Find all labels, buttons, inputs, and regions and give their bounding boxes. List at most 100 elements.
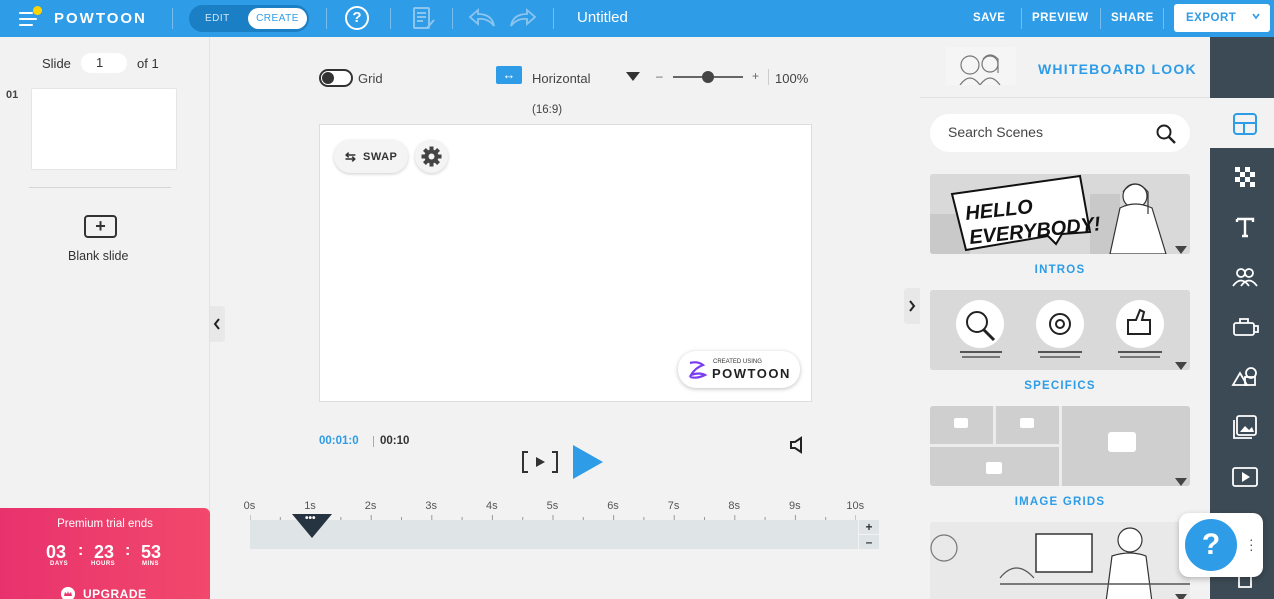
timeline-zoom-out-button[interactable]: –: [859, 535, 879, 549]
video-icon[interactable]: [1231, 463, 1259, 491]
slide-number-input[interactable]: 1: [81, 53, 127, 73]
divider: [1100, 8, 1101, 29]
search-input[interactable]: [948, 124, 1148, 140]
powtoon-logo-icon: [688, 361, 708, 379]
timeline-tick-label: 8s: [728, 500, 741, 512]
orientation-label[interactable]: Horizontal: [532, 71, 591, 86]
notes-icon[interactable]: [411, 6, 437, 32]
divider: [326, 8, 327, 29]
zoom-in-button[interactable]: +: [752, 69, 759, 83]
project-title[interactable]: Untitled: [577, 9, 628, 26]
shapes-icon[interactable]: [1231, 363, 1259, 391]
blank-slide-label[interactable]: Blank slide: [68, 249, 128, 263]
play-scene-icon[interactable]: [521, 450, 559, 474]
scenes-icon[interactable]: [1231, 111, 1259, 139]
zoom-slider-handle[interactable]: [702, 71, 714, 83]
upgrade-button[interactable]: UPGRADE: [83, 587, 147, 599]
divider: [1163, 8, 1164, 29]
divider: [768, 69, 769, 85]
scene-card-office[interactable]: [930, 522, 1190, 599]
chevron-left-icon: [213, 318, 220, 330]
search-scenes[interactable]: [930, 114, 1190, 152]
backgrounds-icon[interactable]: [1231, 163, 1259, 191]
divider: [373, 436, 374, 447]
grid-toggle[interactable]: [319, 69, 353, 87]
chevron-down-icon[interactable]: [1175, 478, 1187, 486]
collapse-right-button[interactable]: [904, 288, 920, 324]
image-grids-thumbnail: [930, 406, 1190, 486]
scene-card-intros[interactable]: HELLO EVERYBODY!: [930, 174, 1190, 254]
aspect-ratio: (16:9): [532, 104, 563, 116]
search-icon[interactable]: [1155, 123, 1177, 145]
powtoon-watermark: CREATED USING POWTOON: [678, 351, 800, 388]
top-bar: POWTOON EDIT CREATE ? Untitled SAVE PREV…: [0, 0, 1274, 37]
play-button[interactable]: [573, 445, 603, 479]
timeline-zoom-in-button[interactable]: +: [859, 520, 879, 534]
orientation-dropdown-icon[interactable]: [626, 72, 640, 81]
chevron-down-icon[interactable]: [1175, 594, 1187, 599]
timeline-track[interactable]: [250, 520, 858, 549]
help-widget[interactable]: ? · · ·: [1179, 513, 1263, 577]
colon: :: [125, 542, 131, 559]
preview-button[interactable]: PREVIEW: [1032, 12, 1089, 24]
text-icon[interactable]: [1231, 213, 1259, 241]
collapse-left-button[interactable]: [210, 306, 225, 342]
zoom-out-button[interactable]: –: [656, 69, 663, 83]
slide-canvas[interactable]: ⇆ SWAP CREATED USING POWTOON: [319, 124, 812, 402]
timeline-tick-label: 1s: [304, 500, 316, 512]
chevron-down-icon[interactable]: [1175, 362, 1187, 370]
library-panel: WHITEBOARD LOOK HELLO EVERYBODY! INTROS: [920, 37, 1210, 599]
logo: POWTOON: [54, 10, 147, 27]
days-label: DAYS: [50, 561, 69, 567]
scene-label-image-grids[interactable]: IMAGE GRIDS: [930, 496, 1190, 508]
zoom-value: 100%: [775, 71, 809, 86]
more-options-icon[interactable]: · · ·: [1249, 532, 1254, 556]
colon: :: [78, 542, 84, 559]
style-selector[interactable]: WHITEBOARD LOOK: [920, 37, 1210, 98]
timeline-tick-label: 4s: [486, 500, 498, 512]
intros-thumbnail: HELLO EVERYBODY!: [930, 174, 1190, 254]
chevron-right-icon: [909, 300, 916, 312]
undo-icon[interactable]: [468, 7, 496, 29]
timeline-tick-label: 2s: [364, 500, 377, 512]
characters-icon[interactable]: [1231, 263, 1259, 291]
total-time: 00:10: [380, 435, 410, 447]
specifics-thumbnail: [930, 290, 1190, 370]
settings-button[interactable]: [415, 140, 448, 173]
watermark-caption: CREATED USING: [713, 359, 762, 365]
divider: [29, 187, 171, 188]
menu-icon[interactable]: [19, 6, 42, 28]
slide-index: 01: [6, 89, 19, 101]
help-button[interactable]: ?: [1182, 516, 1240, 574]
divider: [452, 8, 453, 29]
timeline-tick-label: 0s: [243, 500, 256, 512]
scene-card-image-grids[interactable]: [930, 406, 1190, 486]
watermark-logo-text: POWTOON: [712, 366, 791, 381]
divider: [553, 8, 554, 29]
volume-icon[interactable]: [788, 436, 806, 454]
swap-icon: ⇆: [345, 149, 357, 164]
gear-icon: [421, 146, 442, 167]
trial-title: Premium trial ends: [57, 518, 153, 530]
mode-edit-label[interactable]: EDIT: [205, 13, 230, 24]
chevron-down-icon[interactable]: [1175, 246, 1187, 254]
help-icon[interactable]: ?: [345, 6, 369, 30]
current-time: 00:01:0: [319, 435, 359, 447]
scene-card-specifics[interactable]: [930, 290, 1190, 370]
scene-label-specifics[interactable]: SPECIFICS: [930, 380, 1190, 392]
orientation-icon[interactable]: ↔: [496, 66, 522, 84]
timeline-tick-label: 10s: [846, 500, 865, 512]
slide-thumbnail[interactable]: [31, 88, 177, 170]
images-icon[interactable]: [1231, 413, 1259, 441]
props-icon[interactable]: [1231, 313, 1259, 341]
swap-button[interactable]: ⇆ SWAP: [334, 140, 408, 173]
add-slide-icon[interactable]: +: [84, 215, 117, 238]
scene-label-intros[interactable]: INTROS: [930, 264, 1190, 276]
mode-toggle[interactable]: EDIT CREATE: [189, 5, 309, 32]
swap-label: SWAP: [363, 151, 398, 163]
export-button[interactable]: EXPORT: [1174, 4, 1270, 32]
save-button[interactable]: SAVE: [973, 12, 1005, 24]
redo-icon[interactable]: [509, 7, 537, 29]
share-button[interactable]: SHARE: [1111, 12, 1154, 24]
mode-create-label[interactable]: CREATE: [248, 8, 307, 29]
